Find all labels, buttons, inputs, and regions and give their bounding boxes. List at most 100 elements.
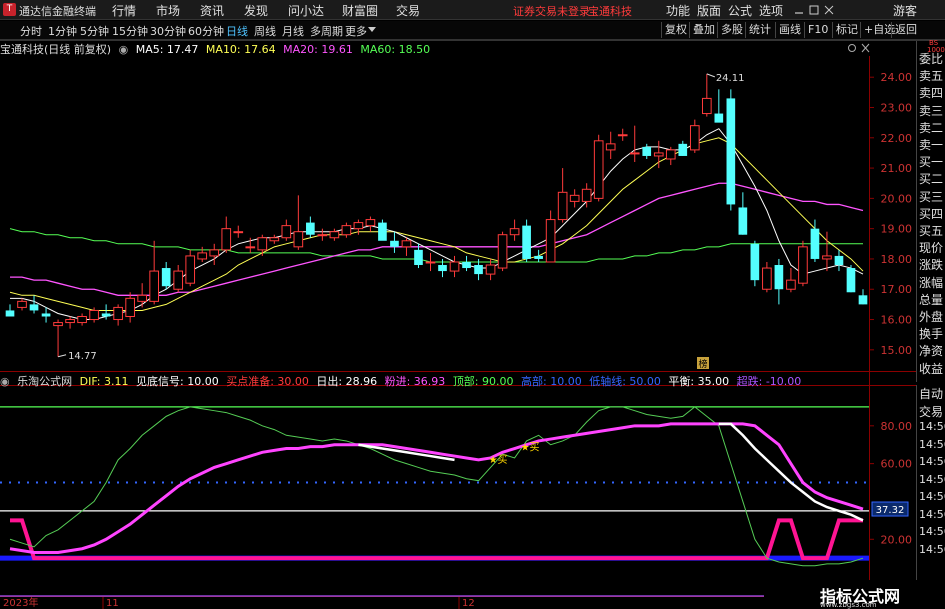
candle-body-down <box>834 255 844 266</box>
settings-dot-icon[interactable]: ◉ <box>119 43 129 56</box>
price-tick-label: 17.00 <box>881 283 913 296</box>
indicator-settings-icon[interactable]: ◉ <box>0 375 10 388</box>
quote-label-14: 总量 <box>919 292 944 307</box>
price-tick-label: 23.00 <box>881 101 913 114</box>
settings-gear-icon[interactable] <box>848 44 856 52</box>
kline-chart[interactable]: 24.00 23.00 22.00 21.00 20.00 19.00 18.00 17.00… <box>0 0 945 609</box>
candle-body-up <box>701 97 712 115</box>
indicator-legend: ◉ 乐淘公式网 DIF: 3.11 见底信号: 10.00 买点准备: 30.0… <box>0 373 805 388</box>
trade-label-9: 14:56 <box>919 542 945 556</box>
indicator-tick-label: 80.00 <box>881 420 913 433</box>
ind-high: 高部: 10.00 <box>521 375 582 388</box>
candle-body-up <box>53 322 63 327</box>
candle-body-up <box>653 152 664 157</box>
price-tick-label: 21.00 <box>881 162 913 175</box>
quote-label-16: 换手 <box>919 327 944 342</box>
candle-body-down <box>522 225 531 259</box>
candle-body-up <box>317 234 328 237</box>
candle-body-up <box>77 316 87 324</box>
panel-close-icon[interactable] <box>861 43 870 53</box>
candle-body-up <box>617 134 628 137</box>
quote-label-15: 外盘 <box>919 310 944 324</box>
candle-body-down <box>738 207 748 235</box>
legend-ma10: MA10: 17.64 <box>205 43 276 56</box>
quote-label-0: 委比 <box>919 52 944 66</box>
candle-body-down <box>161 268 171 287</box>
candle-body-up <box>341 225 352 236</box>
ind-balance: 平衡: 35.00 <box>668 375 730 388</box>
buy-mark-1: ★买 <box>489 454 508 466</box>
candle-body-up <box>185 255 196 284</box>
quote-label-5: 卖一 <box>919 138 944 152</box>
quote-label-1: 卖五 <box>919 69 944 84</box>
candle-body-down <box>858 295 868 305</box>
candle-body-down <box>774 265 784 290</box>
quote-label-6: 买一 <box>919 155 944 170</box>
candle-body-up <box>293 231 304 248</box>
low-arrow <box>57 354 67 358</box>
stock-title: 宝通科技(日线 前复权) <box>0 43 112 56</box>
candle-body-up <box>605 143 616 151</box>
candle-body-up <box>65 319 75 324</box>
indicator-signal-line <box>10 518 863 561</box>
candle-body-up <box>209 249 220 257</box>
buy-mark-2: ★买 <box>521 442 540 454</box>
quote-label-17: 净资 <box>919 344 944 359</box>
quote-label-13: 涨幅 <box>919 275 944 290</box>
candle-body-up <box>365 219 376 227</box>
candle-body-up <box>113 306 123 321</box>
candle-body-down <box>750 243 760 281</box>
candle-body-up <box>281 225 292 239</box>
candle-body-up <box>17 300 27 308</box>
quote-label-11: 现价 <box>919 241 944 256</box>
candle-body-down <box>474 265 483 275</box>
candle-body-up <box>269 237 280 242</box>
ind-dif: DIF: 3.11 <box>79 375 129 388</box>
candle-body-up <box>245 246 256 249</box>
candle-body-up <box>665 149 676 160</box>
indicator-tick-label: 60.00 <box>881 458 913 471</box>
candle-body-down <box>41 313 51 317</box>
candle-body-down <box>642 146 652 156</box>
quote-label-12: 涨跌 <box>919 258 944 273</box>
candle-body-up <box>125 297 135 318</box>
ind-low-axis: 低轴线: 50.00 <box>589 375 661 388</box>
candle-body-down <box>534 255 543 259</box>
candle-body-up <box>689 125 700 151</box>
date-label-nov: 11 <box>106 598 119 609</box>
candle-body-down <box>5 310 15 317</box>
candle-body-up <box>401 240 412 248</box>
candle-body-down <box>846 268 856 293</box>
candle-body-up <box>569 194 580 202</box>
quote-label-10: 买五 <box>919 224 944 238</box>
ind-pink-in: 粉进: 36.93 <box>384 375 446 388</box>
candle-body-up <box>257 237 268 251</box>
price-tick-label: 22.00 <box>881 132 913 145</box>
trade-label-4: 14:56 <box>919 455 945 468</box>
indicator-value-badge-text: 37.32 <box>876 505 905 516</box>
candle-body-up <box>425 261 436 264</box>
ind-oversold: 超跌: -10.00 <box>736 375 802 388</box>
candle-body-up <box>149 270 159 302</box>
quote-label-18: 收益 <box>919 361 944 376</box>
trade-label-3: 14:56 <box>919 437 945 451</box>
trade-label-1: 交易 <box>919 404 944 419</box>
price-tick-label: 16.00 <box>881 314 913 327</box>
date-label-dec: 12 <box>462 598 475 609</box>
candle-body-up <box>593 140 604 199</box>
indicator-green-line <box>9 406 864 567</box>
candle-body-up <box>786 279 796 290</box>
candle-body-up <box>89 309 99 321</box>
candle-body-down <box>101 313 111 317</box>
candle-body-up <box>798 246 808 284</box>
high-arrow <box>706 73 715 78</box>
high-price-label: 24.11 <box>716 73 745 84</box>
main-chart-legend: 宝通科技(日线 前复权) ◉ MA5: 17.47 MA10: 17.64 MA… <box>0 41 434 56</box>
quote-label-3: 卖三 <box>919 103 944 118</box>
ind-bottom-signal: 见底信号: 10.00 <box>136 375 219 388</box>
trade-label-8: 14:56 <box>919 525 945 538</box>
candle-body-up <box>353 222 364 230</box>
quote-label-2: 卖四 <box>919 86 944 101</box>
price-tick-label: 20.00 <box>881 192 913 205</box>
ind-top: 顶部: 90.00 <box>452 375 514 388</box>
